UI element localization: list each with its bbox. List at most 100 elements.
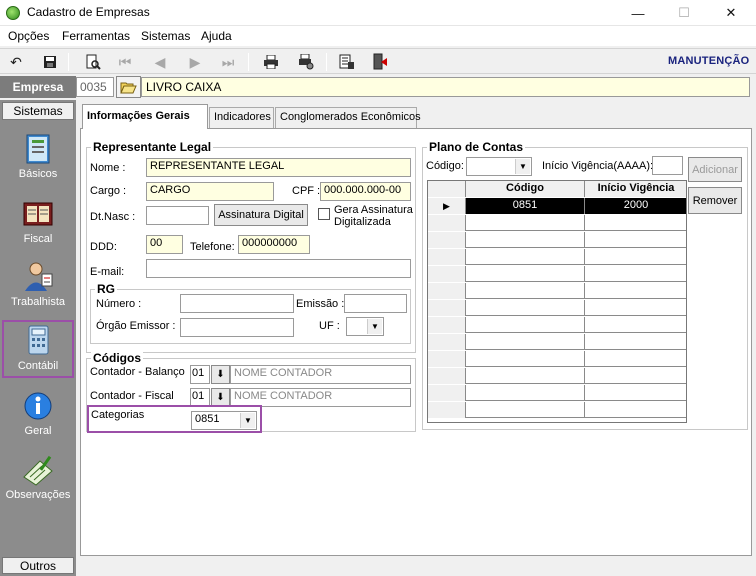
gera-assinatura-label-2: Digitalizada <box>334 216 391 228</box>
empresa-name-field[interactable]: LIVRO CAIXA <box>141 77 750 97</box>
contador-balanco-lookup-button[interactable]: ⬇ <box>211 365 230 384</box>
contador-balanco-name: NOME CONTADOR <box>230 365 411 384</box>
nome-input[interactable]: REPRESENTANTE LEGAL <box>146 158 411 177</box>
rg-title: RG <box>95 282 117 296</box>
menu-sistemas[interactable]: Sistemas <box>141 29 190 43</box>
download-arrow-icon: ⬇ <box>216 369 225 380</box>
tab-informacoes-gerais[interactable]: Informações Gerais <box>82 104 208 129</box>
first-record-icon[interactable]: ⏮ <box>115 52 135 72</box>
last-record-icon[interactable]: ⏭ <box>218 52 238 72</box>
table-row[interactable] <box>428 232 686 248</box>
table-row[interactable] <box>428 317 686 333</box>
sidebar-item-observacoes[interactable]: Observações <box>2 453 74 513</box>
chevron-down-icon: ▼ <box>240 413 255 428</box>
preview-icon[interactable] <box>83 52 103 72</box>
contador-balanco-label: Contador - Balanço <box>90 366 185 378</box>
telefone-label: Telefone: <box>190 241 235 253</box>
print-icon[interactable] <box>261 52 281 72</box>
column-header-codigo[interactable]: Código <box>466 181 585 197</box>
sidebar-item-fiscal[interactable]: Fiscal <box>2 197 74 257</box>
adicionar-button[interactable]: Adicionar <box>688 157 742 182</box>
sidebar-item-basicos[interactable]: Básicos <box>2 132 74 192</box>
table-row[interactable] <box>428 266 686 282</box>
open-folder-button[interactable] <box>116 76 141 98</box>
representante-legal-title: Representante Legal <box>91 140 214 154</box>
app-icon <box>6 6 20 20</box>
menu-ajuda[interactable]: Ajuda <box>201 29 232 43</box>
print-setup-icon[interactable] <box>296 52 316 72</box>
ledger-icon <box>23 202 53 226</box>
gera-assinatura-checkbox[interactable] <box>318 208 330 220</box>
remover-button[interactable]: Remover <box>688 187 742 214</box>
rg-uf-label: UF : <box>319 320 340 332</box>
tab-indicadores[interactable]: Indicadores <box>209 107 274 128</box>
rg-emissao-input[interactable] <box>344 294 407 313</box>
assinatura-digital-button[interactable]: Assinatura Digital <box>214 204 308 226</box>
table-row[interactable] <box>428 334 686 350</box>
email-label: E-mail: <box>90 266 125 278</box>
rg-uf-select[interactable]: ▼ <box>346 317 384 336</box>
menu-ferramentas[interactable]: Ferramentas <box>62 29 130 43</box>
nome-label: Nome : <box>90 162 126 174</box>
rg-numero-input[interactable] <box>180 294 294 313</box>
table-row[interactable] <box>428 351 686 367</box>
table-row[interactable] <box>428 249 686 265</box>
window-title: Cadastro de Empresas <box>27 5 150 19</box>
rg-orgao-input[interactable] <box>180 318 294 337</box>
sidebar-header[interactable]: Sistemas <box>2 102 74 120</box>
plano-codigo-select[interactable]: ▼ <box>466 157 532 176</box>
close-button[interactable]: ✕ <box>708 0 754 26</box>
toolbar: ↶ ⏮ ◀ ▶ ⏭ MANUTENÇÃO <box>0 48 756 74</box>
plano-vigencia-label: Início Vigência(AAAA): <box>542 160 654 172</box>
plano-de-contas-grid: Código Início Vigência ▶ 0851 2000 <box>427 180 687 423</box>
table-row[interactable] <box>428 402 686 418</box>
row-indicator: ▶ <box>428 198 466 214</box>
exit-icon[interactable] <box>370 52 390 72</box>
book-icon <box>26 134 50 164</box>
sidebar-footer[interactable]: Outros <box>2 557 74 574</box>
ddd-input[interactable]: 00 <box>146 235 183 254</box>
save-icon[interactable] <box>40 52 60 72</box>
table-row[interactable] <box>428 368 686 384</box>
sidebar-item-contabil[interactable]: Contábil <box>2 320 74 378</box>
plano-de-contas-title: Plano de Contas <box>427 140 526 154</box>
sidebar-item-geral[interactable]: Geral <box>2 389 74 449</box>
dtnasc-input[interactable] <box>146 206 209 225</box>
telefone-input[interactable]: 000000000 <box>238 235 310 254</box>
calculator-icon <box>28 325 49 355</box>
codigos-title: Códigos <box>91 351 143 365</box>
table-row[interactable] <box>428 283 686 299</box>
maximize-button[interactable]: ☐ <box>661 0 707 26</box>
report-icon[interactable] <box>337 52 357 72</box>
minimize-button[interactable]: — <box>615 0 661 26</box>
dtnasc-label: Dt.Nasc : <box>90 211 136 223</box>
previous-record-icon[interactable]: ◀ <box>150 52 170 72</box>
table-row[interactable] <box>428 300 686 316</box>
column-header-inicio-vigencia[interactable]: Início Vigência <box>585 181 686 197</box>
next-record-icon[interactable]: ▶ <box>185 52 205 72</box>
ddd-label: DDD: <box>90 241 117 253</box>
menu-opcoes[interactable]: Opções <box>8 29 49 43</box>
folder-open-icon <box>120 82 137 93</box>
rg-orgao-label: Órgão Emissor : <box>96 320 176 332</box>
undo-icon[interactable]: ↶ <box>6 52 26 72</box>
tab-conglomerados-economicos[interactable]: Conglomerados Econômicos <box>275 107 421 128</box>
cpf-input[interactable]: 000.000.000-00 <box>320 182 411 201</box>
menu-bar: Opções Ferramentas Sistemas Ajuda <box>0 26 756 46</box>
table-row[interactable] <box>428 385 686 401</box>
cargo-label: Cargo : <box>90 185 127 197</box>
empresa-label: Empresa <box>0 76 76 98</box>
categorias-select[interactable]: 0851 ▼ <box>191 411 257 430</box>
contador-fiscal-label: Contador - Fiscal <box>90 390 174 402</box>
email-input[interactable] <box>146 259 411 278</box>
info-icon <box>24 392 52 420</box>
sidebar-item-trabalhista[interactable]: Trabalhista <box>2 260 74 320</box>
chevron-down-icon: ▼ <box>515 159 530 174</box>
contador-balanco-code[interactable]: 01 <box>190 365 210 384</box>
plano-vigencia-input[interactable] <box>652 156 683 175</box>
cargo-input[interactable]: CARGO <box>146 182 274 201</box>
empresa-code-field[interactable]: 0035 <box>76 77 114 97</box>
mode-label: MANUTENÇÃO <box>668 55 750 67</box>
table-row[interactable]: ▶ 0851 2000 <box>428 198 686 214</box>
table-row[interactable] <box>428 215 686 231</box>
